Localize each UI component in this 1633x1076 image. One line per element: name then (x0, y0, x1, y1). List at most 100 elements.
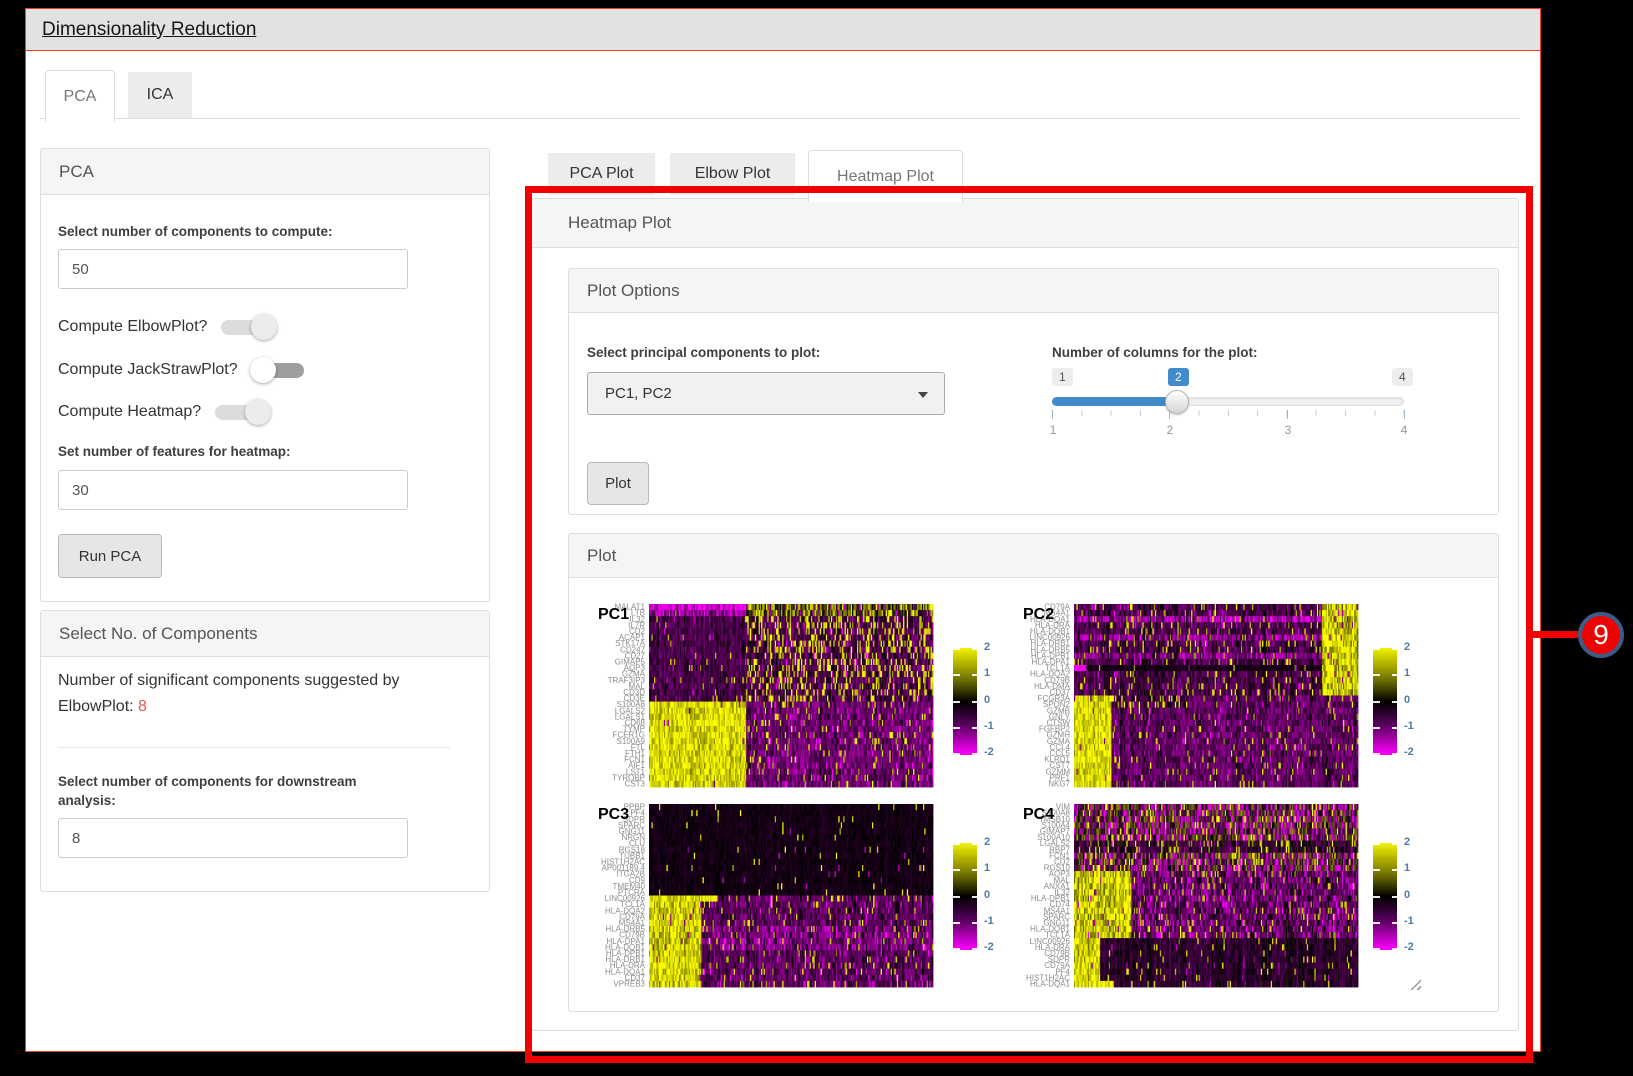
colorbar-tick-label: -1 (984, 915, 1014, 927)
colorbar-tick-label: 0 (984, 694, 1014, 706)
colorbar-tick (1373, 896, 1380, 898)
toggle-knob (245, 399, 271, 425)
colorbar-tick-label: 1 (984, 667, 1014, 679)
colorbar-pc4: 210-1-2 (1373, 843, 1397, 950)
colorbar-tick (953, 701, 960, 703)
colorbar-tick-label: -2 (984, 941, 1014, 953)
tab-elbow-plot[interactable]: Elbow Plot (670, 153, 795, 195)
tab-pca[interactable]: PCA (45, 70, 115, 122)
suggested-components-value: 8 (138, 698, 147, 715)
downstream-components-input[interactable]: 8 (58, 818, 408, 858)
toggle-knob (251, 314, 277, 340)
chevron-down-icon (918, 392, 928, 398)
colorbar-tick-label: -2 (1404, 941, 1434, 953)
plot-output-header: Plot (569, 534, 1498, 578)
colorbar-tick (953, 896, 960, 898)
tab-ica[interactable]: ICA (128, 72, 192, 118)
toggle-elbowplot-label: Compute ElbowPlot? (58, 318, 207, 336)
toggle-heatmap-label: Compute Heatmap? (58, 403, 201, 421)
colorbar-tick (972, 869, 977, 871)
colorbar-tick (972, 648, 977, 650)
components-count-label: Select number of components to compute: (58, 224, 333, 239)
colorbar-tick (1373, 922, 1380, 924)
colorbar-tick-label: 2 (1404, 836, 1434, 848)
toggle-heatmap-switch[interactable] (215, 399, 269, 425)
pc-select-dropdown[interactable]: PC1, PC2 (587, 372, 945, 415)
colorbar-tick (1373, 753, 1380, 755)
colorbar-tick (1373, 701, 1380, 703)
toggle-knob (250, 357, 276, 383)
colorbar-tick-label: -1 (1404, 915, 1434, 927)
toggle-jackstrawplot-label: Compute JackStrawPlot? (58, 361, 238, 379)
pca-panel-header: PCA (41, 149, 489, 195)
plot-options-title: Plot Options (587, 281, 680, 301)
heatmap-pc4 (981, 795, 1381, 995)
colorbar-tick-label: -1 (1404, 720, 1434, 732)
slider-minor-ticks (1052, 410, 1405, 416)
components-divider (58, 747, 450, 748)
colorbar-tick-label: 1 (1404, 862, 1434, 874)
toggle-row-elbowplot: Compute ElbowPlot? (58, 314, 275, 340)
colorbar-tick (972, 922, 977, 924)
features-count-input[interactable]: 30 (58, 470, 408, 510)
columns-slider-fill (1052, 397, 1177, 406)
colorbar-tick (1392, 701, 1397, 703)
run-pca-button[interactable]: Run PCA (58, 534, 162, 578)
tab-pca-plot[interactable]: PCA Plot (548, 153, 655, 195)
page-title[interactable]: Dimensionality Reduction (42, 19, 256, 41)
colorbar-tick-label: -1 (984, 720, 1014, 732)
colorbar-pc2: 210-1-2 (1373, 648, 1397, 755)
colorbar-tick (972, 948, 977, 950)
features-count-label: Set number of features for heatmap: (58, 444, 291, 459)
app-window: Dimensionality Reduction PCA ICA PCA Sel… (0, 0, 1633, 1076)
colorbar-tick-label: 1 (984, 862, 1014, 874)
colorbar-tick (1373, 869, 1380, 871)
colorbar-tick-label: -2 (984, 746, 1014, 758)
heatmap-plot-panel-title: Heatmap Plot (568, 213, 671, 233)
toggle-elbowplot-switch[interactable] (221, 314, 275, 340)
slider-min-badge: 1 (1052, 368, 1073, 386)
slider-major-tick (1404, 410, 1405, 419)
plot-button[interactable]: Plot (587, 462, 649, 505)
toggle-jackstrawplot-switch[interactable] (252, 357, 306, 383)
slider-major-tick (1287, 410, 1288, 419)
colorbar-tick (1392, 727, 1397, 729)
colorbar-tick (953, 753, 960, 755)
colorbar-tick-label: 2 (984, 836, 1014, 848)
colorbar-tick (972, 753, 977, 755)
slider-major-tick (1169, 410, 1170, 419)
colorbar-tick (953, 727, 960, 729)
components-count-input[interactable]: 50 (58, 249, 408, 289)
downstream-components-label: Select number of components for downstre… (58, 772, 388, 810)
tab-heatmap-plot[interactable]: Heatmap Plot (808, 150, 963, 202)
colorbar-tick (1392, 843, 1397, 845)
colorbar-tick (1392, 896, 1397, 898)
colorbar-tick (953, 648, 960, 650)
colorbar-tick (972, 727, 977, 729)
heatmap-pc3 (556, 795, 956, 995)
heatmap-pc2 (981, 595, 1381, 795)
colorbar-tick (1373, 727, 1380, 729)
pca-panel-title: PCA (59, 162, 94, 182)
colorbar-tick (1373, 674, 1380, 676)
slider-tick-label: 2 (1167, 423, 1174, 437)
slider-value-badge: 2 (1168, 368, 1189, 386)
colorbar-tick-label: 1 (1404, 667, 1434, 679)
slider-max-badge: 4 (1392, 368, 1413, 386)
colorbar-tick (953, 869, 960, 871)
colorbar-tick-label: -2 (1404, 746, 1434, 758)
main-tabrow-divider (40, 118, 1520, 119)
annotation-connector-line (1532, 631, 1580, 638)
toggle-row-heatmap: Compute Heatmap? (58, 399, 269, 425)
colorbar-tick (953, 922, 960, 924)
toggle-row-jackstrawplot: Compute JackStrawPlot? (58, 357, 306, 383)
plot-options-header: Plot Options (569, 269, 1498, 313)
colorbar-tick (1373, 843, 1380, 845)
colorbar-tick (1392, 869, 1397, 871)
heatmap-plot-panel-header: Heatmap Plot (532, 199, 1518, 248)
slider-tick-label: 1 (1050, 423, 1057, 437)
slider-major-tick (1052, 410, 1053, 419)
colorbar-tick (1392, 922, 1397, 924)
slider-tick-label: 3 (1285, 423, 1292, 437)
slider-tick-label: 4 (1401, 423, 1408, 437)
